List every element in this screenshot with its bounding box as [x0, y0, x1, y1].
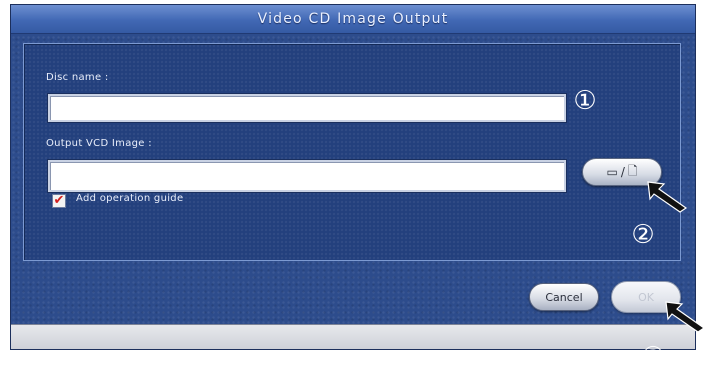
- window-title: Video CD Image Output: [257, 11, 449, 27]
- file-icon: 🗋: [627, 163, 638, 178]
- checkmark-icon: ✔: [53, 193, 65, 208]
- step-marker-1: ①: [573, 86, 597, 116]
- cancel-button-label: Cancel: [545, 290, 583, 304]
- ok-button-label: OK: [638, 290, 654, 304]
- pointer-arrow-icon: [665, 301, 706, 333]
- disc-name-label: Disc name :: [46, 72, 109, 83]
- add-operation-guide-checkbox[interactable]: ✔: [52, 194, 66, 208]
- step-marker-3: ③: [641, 342, 665, 372]
- page: Video CD Image Output Disc name : Output…: [0, 0, 709, 378]
- pointer-arrow-icon: [647, 181, 688, 213]
- step-marker-2: ②: [631, 220, 655, 250]
- separator-slash: /: [620, 165, 625, 179]
- disc-name-input[interactable]: [48, 94, 566, 122]
- output-vcd-image-input[interactable]: [48, 160, 566, 192]
- add-operation-guide-label: Add operation guide: [76, 193, 184, 204]
- window-footer: [11, 324, 695, 349]
- output-vcd-image-label: Output VCD Image :: [46, 138, 152, 149]
- settings-panel: Disc name : Output VCD Image : ✔ Add ope…: [23, 43, 681, 261]
- title-bar[interactable]: Video CD Image Output: [11, 5, 695, 34]
- cancel-button[interactable]: Cancel: [529, 283, 599, 311]
- folder-icon: ▭: [606, 165, 618, 179]
